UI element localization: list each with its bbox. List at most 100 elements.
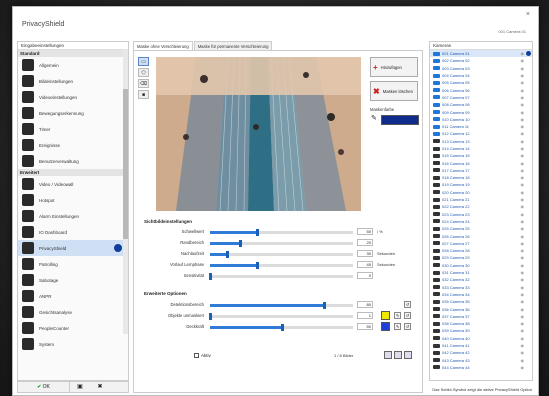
eye-icon[interactable]: ◉ [521,358,525,363]
slider-value-field[interactable]: 50 [357,323,373,330]
camera-list-item[interactable]: 012 Camera 12 ◉ [430,130,532,137]
eye-icon[interactable]: ◉ [521,219,525,224]
eye-icon[interactable]: ◉ [521,277,525,282]
nav-item-peoplecounter[interactable]: PeopleCounter [18,320,128,336]
ok-button[interactable]: ✔ OK [18,382,70,392]
pen-icon[interactable]: ✎ [394,312,401,319]
eye-icon[interactable]: ◉ [521,95,525,100]
yellow-color-swatch[interactable] [381,311,390,320]
tab-mask-no-blur[interactable]: Maske ohne Verschleierung [133,41,193,50]
slider-thumb[interactable] [239,240,243,247]
eye-icon[interactable]: ◉ [521,248,525,253]
slider-thumb[interactable] [209,273,212,280]
eye-icon[interactable]: ◉ [521,51,525,56]
camera-list-item[interactable]: 026 Camera 26 ◉ [430,232,532,239]
eye-icon[interactable]: ◉ [521,321,525,326]
active-checkbox[interactable]: Aktiv [194,353,211,359]
slider-track[interactable] [210,262,353,269]
eye-icon[interactable]: ◉ [521,80,525,85]
slider-track[interactable] [209,273,353,280]
reset-icon[interactable]: ↺ [404,301,411,308]
nav-item-video-videowall[interactable]: Video / Videowall [18,176,128,192]
camera-list-item[interactable]: 015 Camera 15 ◉ [430,152,532,159]
nav-section-erweitert[interactable]: Erweitert [18,169,128,176]
slider-thumb[interactable] [323,302,327,309]
eye-icon[interactable]: ◉ [521,161,525,166]
camera-list-item[interactable]: 044 Camera 44 ◉ [430,364,532,371]
page-list-icon[interactable] [394,351,402,359]
nav-item-allgemein[interactable]: Allgemein [18,57,128,73]
eye-icon[interactable]: ◉ [521,343,525,348]
nav-item-io-dashboard[interactable]: IO Dashboard [18,224,128,240]
camera-list-item[interactable]: 035 Camera 35 ◉ [430,298,532,305]
nav-item-videoeinstellungen[interactable]: Videoeinstellungen [18,89,128,105]
eye-icon[interactable]: ◉ [521,255,525,260]
delete-masks-button[interactable]: ✖ Masken löschen [370,81,418,101]
camera-list-item[interactable]: 025 Camera 25 ◉ [430,225,532,232]
fill-tool-icon[interactable]: ■ [138,90,149,99]
nav-item-bewegungserkennung[interactable]: Bewegungserkennung [18,105,128,121]
camera-list-item[interactable]: 031 Camera 31 ◉ [430,269,532,276]
camera-list-item[interactable]: 033 Camera 33 ◉ [430,284,532,291]
camera-list-item[interactable]: 041 Camera 41 ◉ [430,342,532,349]
camera-list-item[interactable]: 037 Camera 37 ◉ [430,313,532,320]
save-icon[interactable]: ▣ [70,382,90,392]
eye-icon[interactable]: ◉ [521,292,525,297]
slider-value-field[interactable]: 80 [357,301,373,308]
mask-color-swatch[interactable] [381,115,419,125]
slider-track[interactable] [210,324,353,331]
polygon-tool-icon[interactable]: ⬠ [138,68,149,77]
camera-list-item[interactable]: 027 Camera 27 ◉ [430,240,532,247]
camera-list-item[interactable]: 003 Camera 03 ◉ [430,65,532,72]
slider-value-field[interactable]: 50 [357,228,373,235]
nav-item-hotspot[interactable]: Hotspot [18,192,128,208]
eye-icon[interactable]: ◉ [521,336,525,341]
camera-list-item[interactable]: 024 Camera 24 ◉ [430,218,532,225]
slider-track[interactable] [210,251,353,258]
slider-value-field[interactable]: 45 [357,261,373,268]
eye-icon[interactable]: ◉ [521,175,525,180]
camera-list-item[interactable]: 019 Camera 19 ◉ [430,181,532,188]
slider-track[interactable] [210,229,353,236]
page-next-icon[interactable] [404,351,412,359]
camera-list-item[interactable]: 018 Camera 18 ◉ [430,174,532,181]
eye-icon[interactable]: ◉ [521,197,525,202]
camera-list-item[interactable]: 034 Camera 34 ◉ [430,291,532,298]
slider-thumb[interactable] [256,262,260,269]
eye-icon[interactable]: ◉ [521,314,525,319]
insert-mask-button[interactable]: + Hinzufügen [370,57,418,77]
eye-icon[interactable]: ◉ [521,285,525,290]
nav-item-patrolling[interactable]: Patrolling [18,256,128,272]
eye-icon[interactable]: ◉ [521,212,525,217]
camera-list-item[interactable]: 005 Camera 05 ◉ [430,79,532,86]
eye-icon[interactable]: ◉ [521,153,525,158]
eye-icon[interactable]: ◉ [521,328,525,333]
rectangle-tool-icon[interactable]: ▭ [138,57,149,66]
slider-thumb[interactable] [280,324,284,331]
camera-list-item[interactable]: 001 Camera 01 ◉ [430,50,532,58]
camera-list-item[interactable]: 017 Camera 17 ◉ [430,167,532,174]
eye-icon[interactable]: ◉ [521,110,525,115]
slider-value-field[interactable]: 30 [357,250,373,257]
eye-icon[interactable]: ◉ [521,58,525,63]
eye-icon[interactable]: ◉ [521,124,525,129]
eye-icon[interactable]: ◉ [521,139,525,144]
erase-tool-icon[interactable]: ⌫ [138,79,149,88]
camera-list-item[interactable]: 043 Camera 43 ◉ [430,356,532,363]
camera-list-item[interactable]: 028 Camera 28 ◉ [430,247,532,254]
camera-list-item[interactable]: 006 Camera 06 ◉ [430,86,532,93]
eye-icon[interactable]: ◉ [521,73,525,78]
camera-list-item[interactable]: 039 Camera 39 ◉ [430,327,532,334]
cancel-icon[interactable]: ✖ [90,382,110,392]
camera-list-item[interactable]: 021 Camera 21 ◉ [430,196,532,203]
eye-icon[interactable]: ◉ [521,263,525,268]
eye-icon[interactable]: ◉ [521,241,525,246]
camera-list-item[interactable]: 030 Camera 30 ◉ [430,262,532,269]
slider-track[interactable] [210,302,353,309]
eye-icon[interactable]: ◉ [521,182,525,187]
nav-item-timer[interactable]: Timer [18,121,128,137]
nav-item-benutzerverwaltung[interactable]: Benutzerverwaltung [18,153,128,169]
slider-thumb[interactable] [209,313,212,320]
slider-value-field[interactable]: 1 [357,312,373,319]
eye-icon[interactable]: ◉ [521,307,525,312]
